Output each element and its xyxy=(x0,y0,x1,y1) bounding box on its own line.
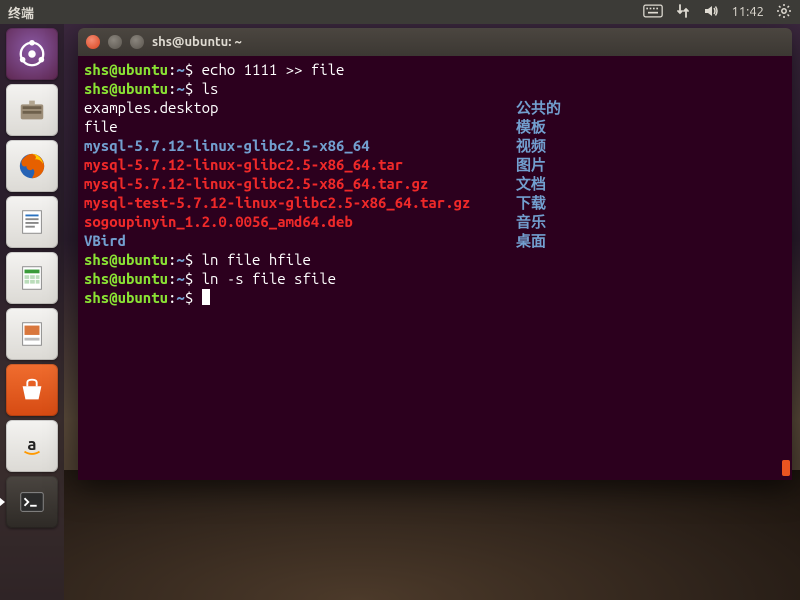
terminal-output-right: 公共的模板视频图片文档下载音乐桌面 xyxy=(516,98,561,250)
launcher-files[interactable] xyxy=(6,84,58,136)
wallpaper-hill xyxy=(64,470,800,600)
scrollbar-thumb[interactable] xyxy=(782,460,790,476)
volume-icon[interactable] xyxy=(703,3,719,22)
launcher-amazon[interactable]: a xyxy=(6,420,58,472)
launcher-firefox[interactable] xyxy=(6,140,58,192)
launcher-running-pip xyxy=(0,497,5,507)
launcher-impress[interactable] xyxy=(6,308,58,360)
menubar-app-title: 终端 xyxy=(8,3,34,22)
terminal-body[interactable]: shs@ubuntu:~$ echo 1111 >> fileshs@ubunt… xyxy=(78,56,792,480)
top-menubar: 终端 11:42 xyxy=(0,0,800,24)
terminal-window: shs@ubuntu: ~ shs@ubuntu:~$ echo 1111 >>… xyxy=(78,28,792,480)
minimize-icon[interactable] xyxy=(108,35,122,49)
close-icon[interactable] xyxy=(86,35,100,49)
keyboard-icon[interactable] xyxy=(643,4,663,21)
gear-icon[interactable] xyxy=(776,3,792,22)
network-icon[interactable] xyxy=(675,3,691,22)
window-title: shs@ubuntu: ~ xyxy=(152,35,242,49)
system-tray: 11:42 xyxy=(643,3,792,22)
launcher: a xyxy=(0,24,64,600)
launcher-dash[interactable] xyxy=(6,28,58,80)
window-titlebar[interactable]: shs@ubuntu: ~ xyxy=(78,28,792,56)
launcher-writer[interactable] xyxy=(6,196,58,248)
launcher-software[interactable] xyxy=(6,364,58,416)
clock[interactable]: 11:42 xyxy=(731,5,764,19)
launcher-calc[interactable] xyxy=(6,252,58,304)
terminal-output-left: shs@ubuntu:~$ echo 1111 >> fileshs@ubunt… xyxy=(84,60,470,307)
launcher-terminal[interactable] xyxy=(6,476,58,528)
svg-text:a: a xyxy=(27,435,36,454)
maximize-icon[interactable] xyxy=(130,35,144,49)
